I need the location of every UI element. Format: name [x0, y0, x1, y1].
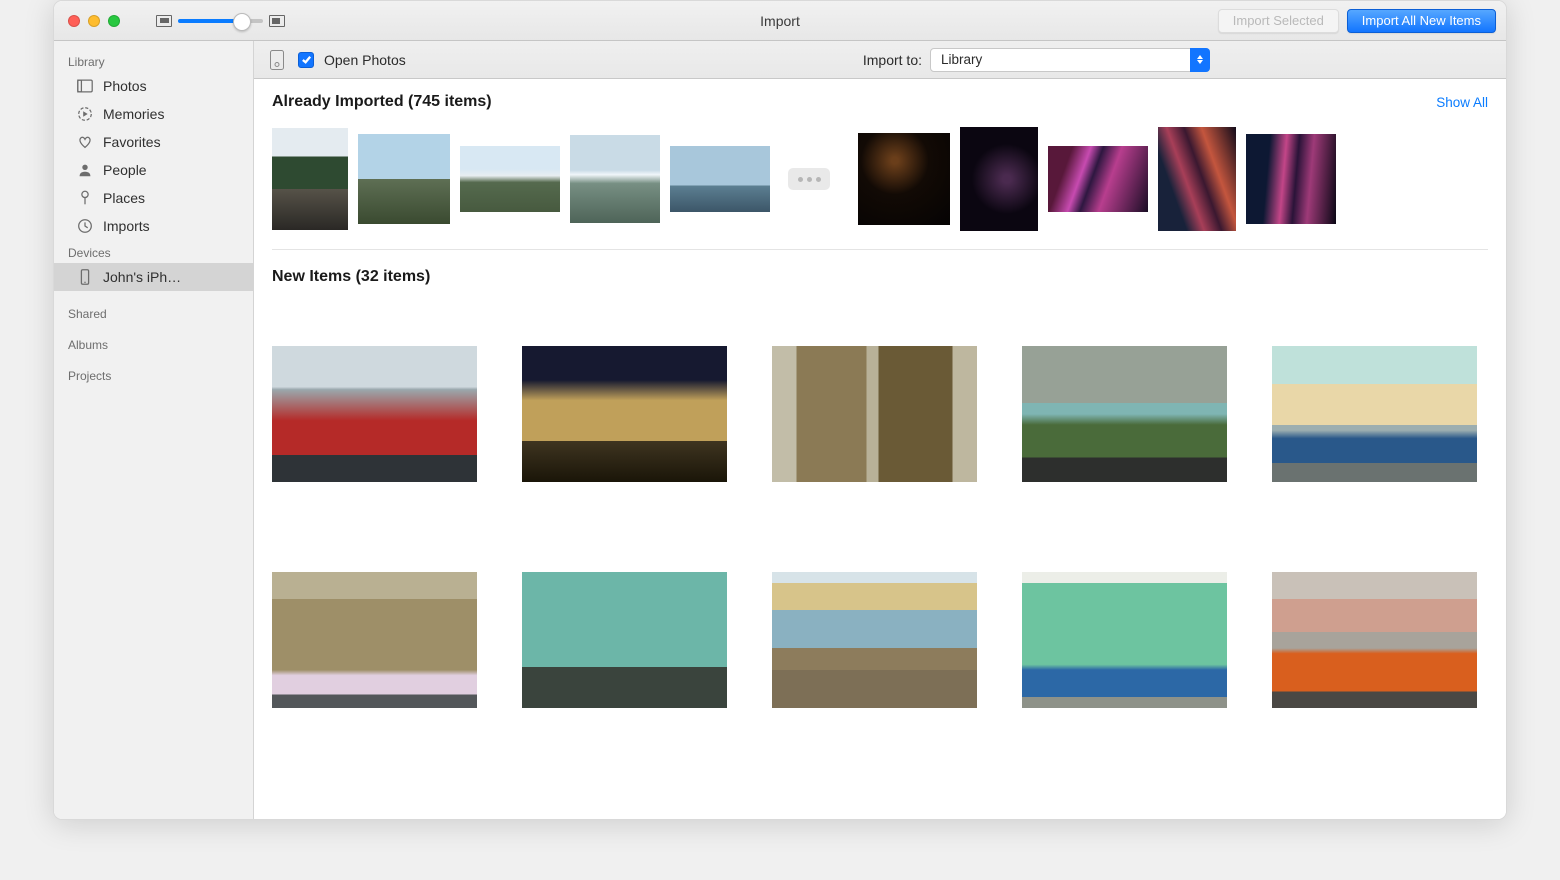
thumbnail[interactable] [272, 572, 477, 708]
zoom-window-button[interactable] [108, 15, 120, 27]
import-to-select[interactable]: Library [930, 48, 1210, 72]
sidebar-item-people[interactable]: People [54, 156, 253, 184]
import-selected-button[interactable]: Import Selected [1218, 9, 1339, 33]
sidebar-item-device[interactable]: John's iPh… [54, 263, 253, 291]
chevron-updown-icon [1190, 48, 1210, 72]
open-photos-label: Open Photos [324, 52, 406, 68]
sidebar: Library Photos Memories Favorites People… [54, 41, 254, 819]
thumbnail[interactable] [358, 134, 450, 224]
sidebar-item-label: Favorites [103, 134, 161, 150]
pin-icon [76, 189, 94, 207]
thumbnail[interactable] [1048, 146, 1148, 212]
import-toolbar: Open Photos Import to: Library [254, 41, 1506, 79]
sidebar-group-albums[interactable]: Albums [54, 324, 253, 355]
zoom-in-icon[interactable] [269, 15, 285, 27]
thumbnail[interactable] [522, 572, 727, 708]
phone-icon [76, 268, 94, 286]
sidebar-item-imports[interactable]: Imports [54, 212, 253, 240]
clock-icon [76, 217, 94, 235]
photos-icon [76, 77, 94, 95]
sidebar-group-projects[interactable]: Projects [54, 355, 253, 386]
zoom-slider[interactable] [178, 19, 263, 23]
sidebar-item-label: People [103, 162, 147, 178]
new-items-heading: New Items (32 items) [272, 268, 430, 286]
heart-icon [76, 133, 94, 151]
content-scroll[interactable]: Already Imported (745 items) Show All [254, 79, 1506, 819]
sidebar-group-devices: Devices [54, 240, 253, 263]
thumbnail[interactable] [772, 346, 977, 482]
thumbnail[interactable] [1246, 134, 1336, 224]
sidebar-item-label: John's iPh… [103, 269, 181, 285]
thumbnail[interactable] [858, 133, 950, 225]
sidebar-item-favorites[interactable]: Favorites [54, 128, 253, 156]
device-glyph-icon [270, 50, 284, 70]
import-to-value: Library [941, 52, 982, 67]
show-all-link[interactable]: Show All [1436, 95, 1488, 110]
more-dots-button[interactable] [788, 168, 830, 190]
new-items-grid [272, 296, 1488, 758]
thumbnail[interactable] [522, 346, 727, 482]
thumbnail[interactable] [272, 346, 477, 482]
thumbnail[interactable] [1272, 572, 1477, 708]
already-imported-heading: Already Imported (745 items) [272, 93, 492, 111]
thumbnail[interactable] [1022, 572, 1227, 708]
sidebar-item-memories[interactable]: Memories [54, 100, 253, 128]
titlebar: Import Import Selected Import All New It… [54, 1, 1506, 41]
thumbnail[interactable] [1022, 346, 1227, 482]
traffic-lights [68, 15, 120, 27]
close-window-button[interactable] [68, 15, 80, 27]
open-photos-checkbox[interactable] [298, 52, 314, 68]
sidebar-item-label: Places [103, 190, 145, 206]
app-window: Import Import Selected Import All New It… [53, 0, 1507, 820]
sidebar-item-photos[interactable]: Photos [54, 72, 253, 100]
minimize-window-button[interactable] [88, 15, 100, 27]
thumbnail[interactable] [772, 572, 977, 708]
sidebar-group-library: Library [54, 49, 253, 72]
sidebar-item-label: Photos [103, 78, 147, 94]
sidebar-group-shared[interactable]: Shared [54, 291, 253, 324]
import-to-label: Import to: [863, 52, 922, 68]
thumbnail[interactable] [1158, 127, 1236, 231]
main-pane: Open Photos Import to: Library Already I… [254, 41, 1506, 819]
thumbnail[interactable] [960, 127, 1038, 231]
thumbnail[interactable] [460, 146, 560, 212]
window-title: Import [760, 13, 800, 29]
person-icon [76, 161, 94, 179]
zoom-out-icon[interactable] [156, 15, 172, 27]
thumbnail[interactable] [272, 128, 348, 230]
import-all-button[interactable]: Import All New Items [1347, 9, 1496, 33]
thumbnail[interactable] [570, 135, 660, 223]
thumbnail[interactable] [670, 146, 770, 212]
sidebar-item-label: Memories [103, 106, 164, 122]
already-imported-row [272, 121, 1488, 250]
thumbnail[interactable] [1272, 346, 1477, 482]
sidebar-item-label: Imports [103, 218, 150, 234]
sidebar-item-places[interactable]: Places [54, 184, 253, 212]
memories-icon [76, 105, 94, 123]
thumbnail-size-control [156, 15, 285, 27]
